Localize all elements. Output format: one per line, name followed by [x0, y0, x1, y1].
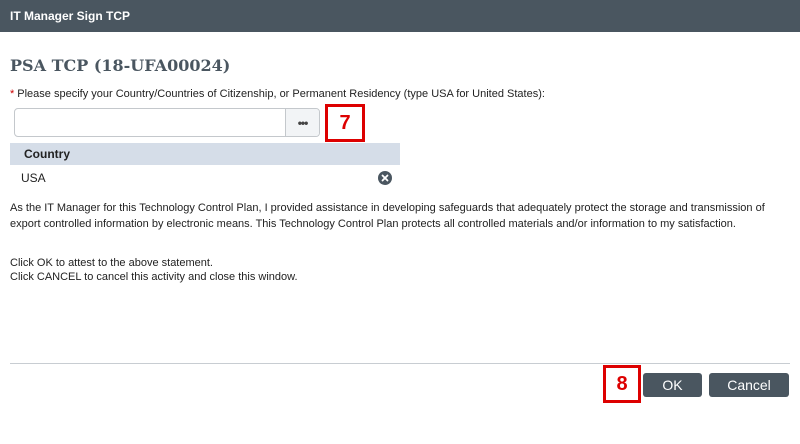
ok-button[interactable]: OK [643, 373, 702, 397]
instruction-cancel: Click CANCEL to cancel this activity and… [10, 271, 298, 283]
divider [10, 363, 790, 364]
window-title: IT Manager Sign TCP [0, 0, 800, 32]
step-callout-8: 8 [603, 365, 641, 403]
country-input[interactable] [15, 109, 285, 136]
country-prompt-text: Please specify your Country/Countries of… [17, 88, 545, 100]
required-marker: * [10, 88, 15, 100]
country-prompt: * Please specify your Country/Countries o… [10, 88, 545, 100]
table-row: USA [10, 166, 400, 190]
country-cell: USA [21, 171, 46, 185]
instructions: Click OK to attest to the above statemen… [10, 256, 298, 284]
step-callout-7: 7 [325, 104, 365, 142]
instruction-ok: Click OK to attest to the above statemen… [10, 257, 213, 269]
page-title: PSA TCP (18-UFA00024) [10, 56, 231, 75]
country-table-header: Country [10, 143, 400, 165]
attestation-statement: As the IT Manager for this Technology Co… [10, 202, 765, 230]
cancel-button[interactable]: Cancel [709, 373, 789, 397]
country-lookup: ••• [14, 108, 320, 137]
remove-circle-icon[interactable] [378, 171, 392, 185]
browse-button[interactable]: ••• [285, 109, 319, 136]
